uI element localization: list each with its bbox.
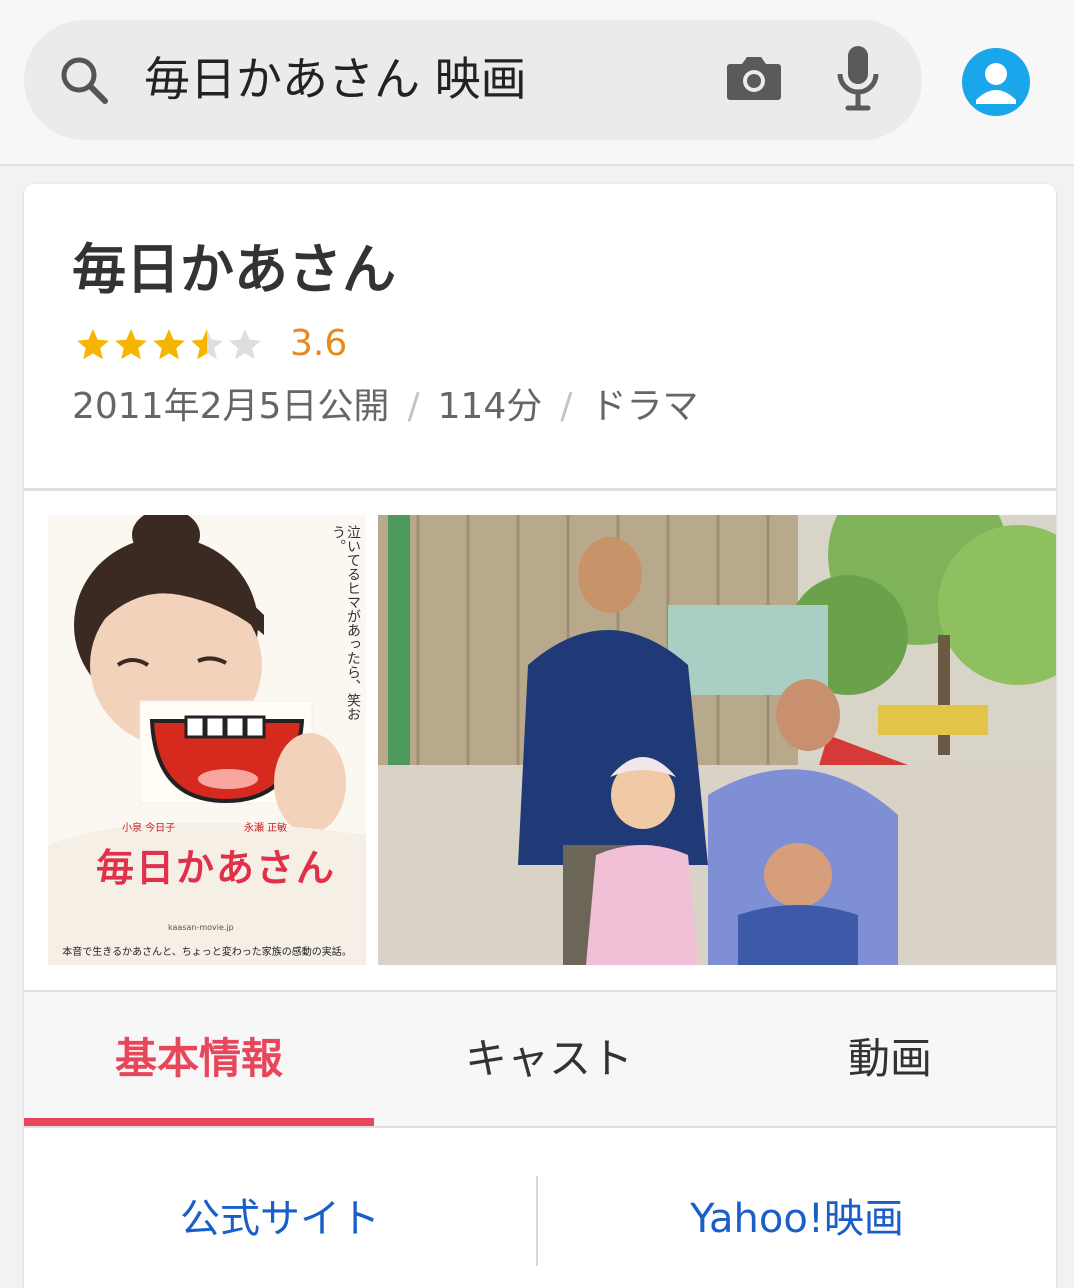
search-query[interactable]: 毎日かあさん 映画: [144, 46, 527, 112]
movie-knowledge-card: 毎日かあさん 3.6 2011年2月5日公開 / 114分 / ドラマ 泣いてるヒマ…: [24, 184, 1056, 1288]
runtime: 114分: [437, 386, 543, 427]
meta-separator: /: [407, 386, 420, 427]
divider: [24, 488, 1056, 491]
search-header: 毎日かあさん 映画: [0, 0, 1074, 166]
tab-cast[interactable]: キャスト: [374, 992, 724, 1126]
poster-side-text: 泣いてるヒマがあったら、笑おう。: [330, 525, 361, 721]
yahoo-movies-link[interactable]: Yahoo!映画: [538, 1184, 1056, 1254]
empty-star-icon: [229, 329, 261, 360]
star-icon: [115, 329, 147, 360]
star-icon: [153, 329, 185, 360]
divider: [24, 1126, 1056, 1128]
poster-cast-left: 小泉 今日子: [122, 823, 176, 834]
poster-title: 毎日かあさん: [96, 846, 337, 890]
half-star-icon: [191, 329, 223, 360]
search-icon[interactable]: [58, 54, 110, 106]
poster-url: kaasan-movie.jp: [168, 923, 234, 932]
star-rating: [74, 326, 264, 366]
tab-basic-info[interactable]: 基本情報: [24, 992, 374, 1126]
movie-poster-image[interactable]: 泣いてるヒマがあったら、笑おう。 小泉 今日子 永瀬 正敏 毎日かあさん kaa…: [48, 515, 366, 965]
active-tab-indicator: [24, 1118, 374, 1126]
poster-tagline: 本音で生きるかあさんと、ちょっと変わった家族の感動の実話。: [62, 947, 352, 958]
meta-separator: /: [560, 386, 573, 427]
release-date: 2011年2月5日公開: [72, 386, 390, 427]
account-icon[interactable]: [962, 48, 1030, 116]
tab-bar: 基本情報 キャスト 動画: [24, 992, 1056, 1126]
genre: ドラマ: [590, 386, 699, 427]
movie-title[interactable]: 毎日かあさん: [72, 234, 396, 306]
poster-cast-right: 永瀬 正敏: [244, 823, 288, 834]
rating-value: 3.6: [290, 323, 348, 364]
microphone-icon[interactable]: [832, 42, 884, 114]
search-bar[interactable]: 毎日かあさん 映画: [24, 20, 922, 140]
movie-meta: 2011年2月5日公開 / 114分 / ドラマ: [72, 382, 698, 432]
official-site-link[interactable]: 公式サイト: [24, 1184, 536, 1254]
star-icon: [77, 329, 109, 360]
movie-scene-image[interactable]: [378, 515, 1056, 965]
tab-videos[interactable]: 動画: [724, 992, 1056, 1126]
camera-icon[interactable]: [724, 48, 784, 108]
